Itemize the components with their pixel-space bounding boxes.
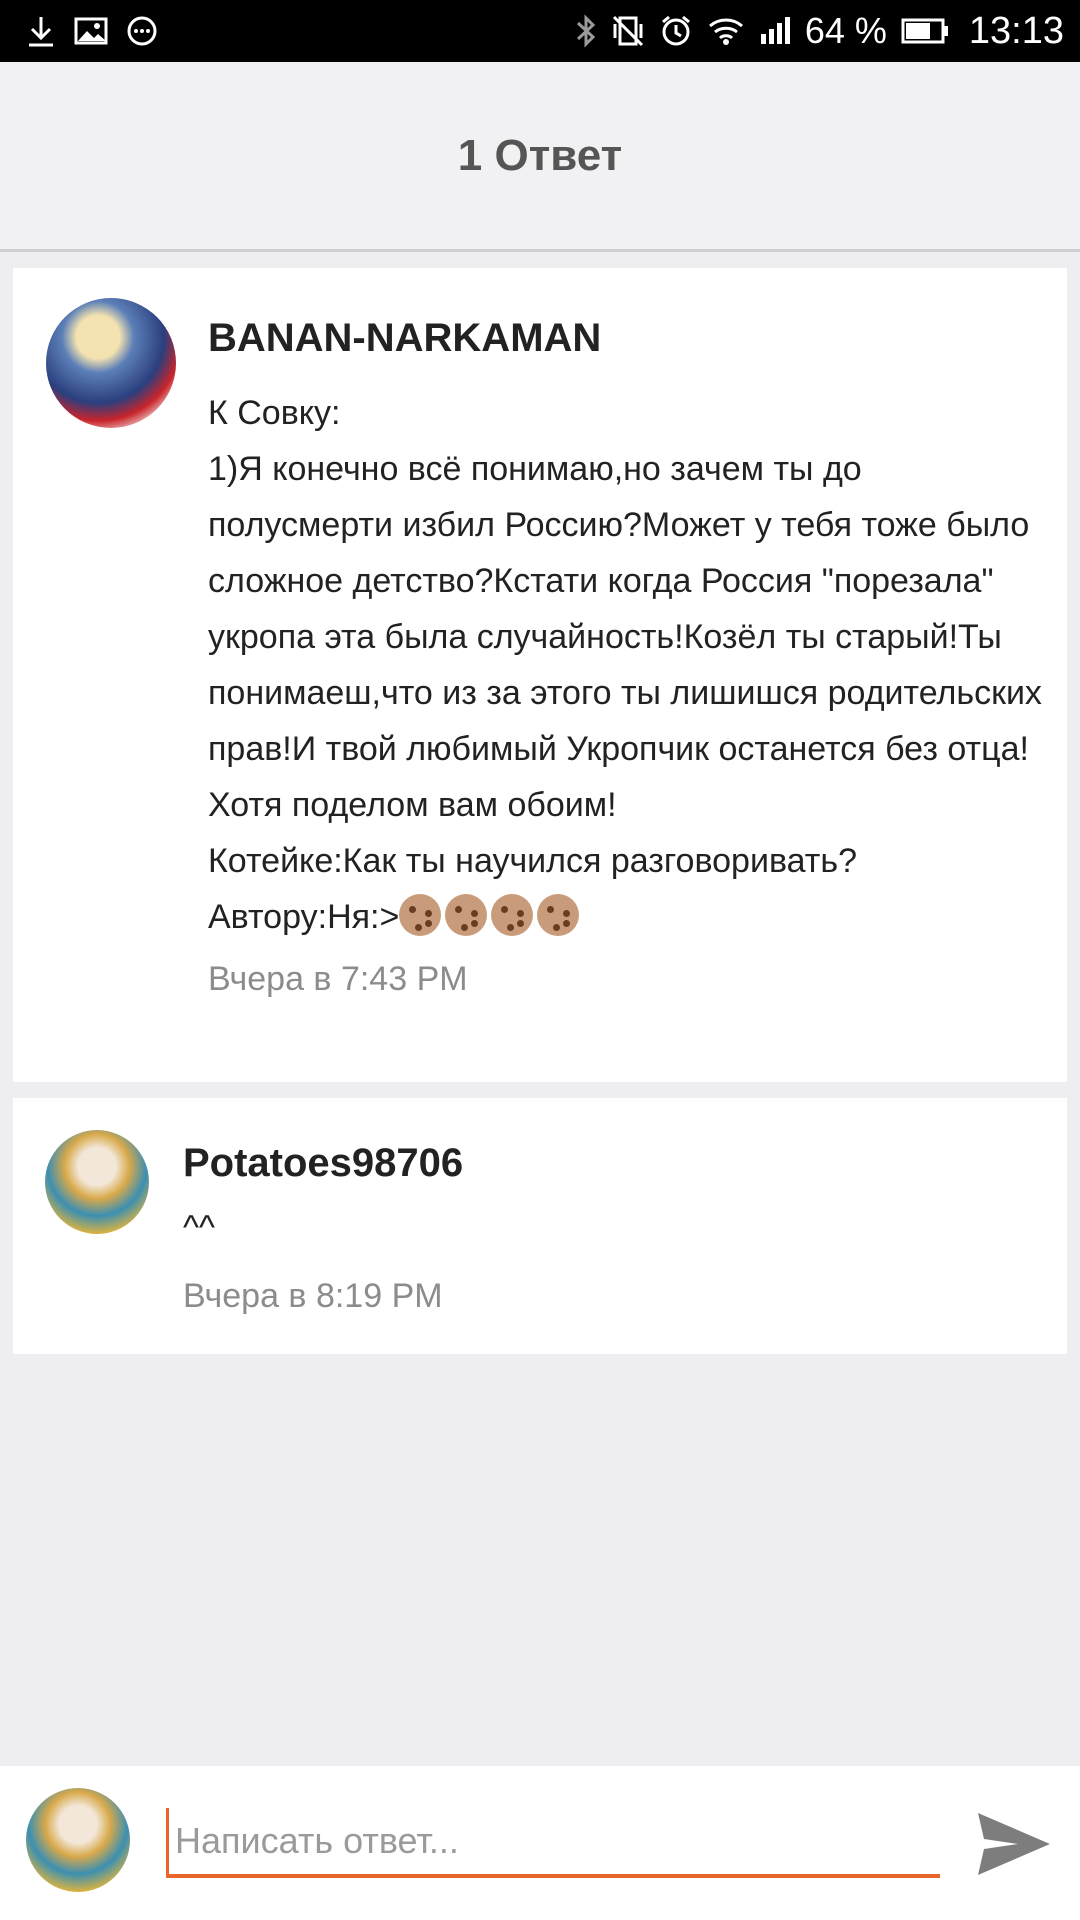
comment-card: BANAN-NARKAMAN К Совку: 1)Я конечно всё … — [13, 268, 1067, 1082]
comment-text-body: К Совку: 1)Я конечно всё понимаю,но заче… — [208, 394, 1042, 936]
chat-bubble-icon — [126, 15, 158, 47]
clock: 13:13 — [968, 9, 1064, 52]
wifi-icon — [707, 16, 745, 46]
battery-icon — [901, 17, 949, 45]
cookie-icon — [537, 894, 580, 936]
comment-card: Potatoes98706 ^^ Вчера в 8:19 PM — [13, 1098, 1067, 1354]
download-icon — [26, 14, 56, 48]
comment-content: Potatoes98706 ^^ Вчера в 8:19 PM — [183, 1138, 1043, 1322]
send-button[interactable] — [972, 1804, 1056, 1884]
send-icon — [976, 1809, 1052, 1879]
page-title: 1 Ответ — [457, 130, 623, 180]
avatar — [26, 1788, 130, 1892]
status-bar: 64 % 13:13 — [0, 0, 1080, 62]
signal-icon — [759, 16, 791, 46]
battery-percent: 64 % — [804, 10, 887, 51]
vibrate-off-icon — [611, 14, 645, 48]
cookie-icon — [445, 894, 488, 936]
avatar[interactable] — [45, 1130, 149, 1234]
comment-username[interactable]: BANAN-NARKAMAN — [208, 313, 1048, 363]
comment-text: ^^ — [183, 1209, 215, 1247]
header: 1 Ответ — [0, 62, 1080, 252]
reply-input[interactable] — [166, 1808, 940, 1878]
status-bar-right: 64 % 13:13 — [575, 10, 1064, 53]
comment-content: BANAN-NARKAMAN К Совку: 1)Я конечно всё … — [208, 313, 1048, 1005]
cookie-icon — [399, 894, 442, 936]
comment-username[interactable]: Potatoes98706 — [183, 1138, 1043, 1188]
comment-timestamp: Вчера в 7:43 PM — [208, 960, 468, 998]
reply-bar — [0, 1766, 1080, 1920]
comment-text: К Совку: 1)Я конечно всё понимаю,но заче… — [208, 385, 1048, 945]
comment-timestamp: Вчера в 8:19 PM — [183, 1277, 443, 1315]
alarm-icon — [659, 14, 693, 48]
status-bar-left — [26, 14, 158, 48]
avatar[interactable] — [46, 298, 176, 428]
bluetooth-icon — [575, 14, 597, 48]
image-icon — [74, 16, 108, 46]
cookie-icon — [491, 894, 534, 936]
